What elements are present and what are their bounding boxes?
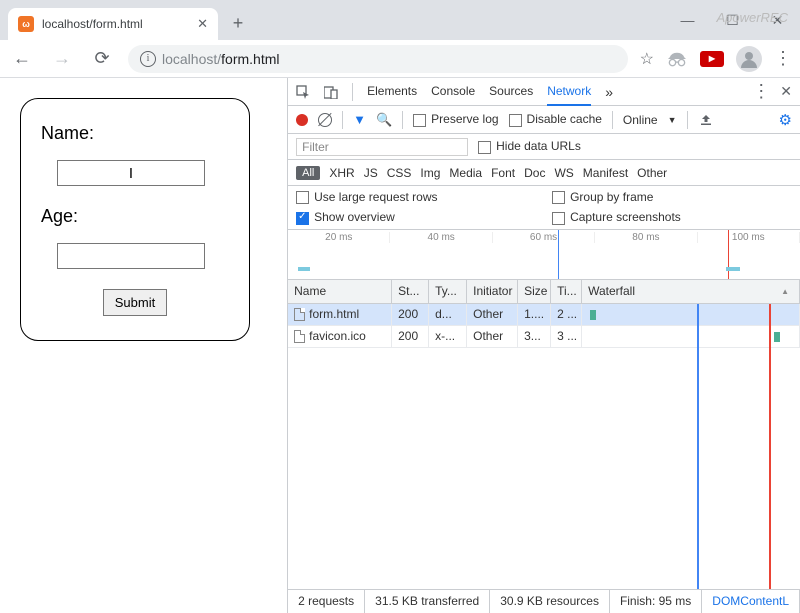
col-status[interactable]: St...: [392, 280, 429, 303]
browser-toolbar: ← → ⟳ i localhost/form.html ☆ ▶ ⋮: [0, 40, 800, 78]
col-time[interactable]: Ti...: [551, 280, 582, 303]
site-info-icon[interactable]: i: [140, 51, 156, 67]
profile-avatar[interactable]: [736, 46, 762, 72]
chevron-down-icon[interactable]: ▼: [668, 115, 677, 125]
form-container: Name: I Age: Submit: [20, 98, 250, 341]
timeline-tick: 80 ms: [595, 232, 697, 243]
devtools-close-icon[interactable]: ✕: [780, 83, 792, 100]
filter-ws[interactable]: WS: [554, 166, 573, 180]
devtools-statusbar: 2 requests 31.5 KB transferred 30.9 KB r…: [288, 589, 800, 613]
age-input[interactable]: [57, 243, 205, 269]
address-bar[interactable]: i localhost/form.html: [128, 45, 628, 73]
devtools-menu-icon[interactable]: ⋮: [752, 81, 770, 102]
age-label: Age:: [41, 206, 229, 227]
tab-network[interactable]: Network: [547, 78, 591, 106]
inspect-element-icon[interactable]: [296, 85, 310, 99]
tab-elements[interactable]: Elements: [367, 78, 417, 106]
timeline-overview[interactable]: 20 ms 40 ms 60 ms 80 ms 100 ms: [288, 230, 800, 280]
status-transferred: 31.5 KB transferred: [365, 590, 490, 613]
browser-menu-icon[interactable]: ⋮: [774, 48, 792, 69]
preserve-log-checkbox[interactable]: Preserve log: [413, 112, 498, 126]
settings-gear-icon[interactable]: ⚙: [779, 111, 792, 129]
forward-button[interactable]: →: [48, 45, 76, 73]
record-button[interactable]: [296, 114, 308, 126]
col-waterfall[interactable]: Waterfall▲: [582, 280, 800, 303]
filter-xhr[interactable]: XHR: [329, 166, 354, 180]
filter-media[interactable]: Media: [449, 166, 482, 180]
reload-button[interactable]: ⟳: [88, 45, 116, 73]
col-name[interactable]: Name: [288, 280, 392, 303]
hide-data-urls-checkbox[interactable]: Hide data URLs: [478, 139, 581, 153]
large-rows-checkbox[interactable]: Use large request rows: [296, 190, 536, 204]
devtools-panel: Elements Console Sources Network » ⋮ ✕ ▼…: [287, 78, 800, 613]
page-content: Name: I Age: Submit: [0, 78, 287, 613]
browser-tab[interactable]: ω localhost/form.html ✕: [8, 8, 218, 40]
file-icon: [294, 330, 305, 343]
window-titlebar: ω localhost/form.html ✕ + — ☐ ✕: [0, 0, 800, 40]
status-resources: 30.9 KB resources: [490, 590, 610, 613]
filter-input[interactable]: Filter: [296, 138, 468, 156]
url-path: form.html: [221, 51, 279, 67]
filter-img[interactable]: Img: [420, 166, 440, 180]
filter-css[interactable]: CSS: [387, 166, 412, 180]
bookmark-icon[interactable]: ☆: [640, 49, 654, 69]
request-grid-header: Name St... Ty... Initiator Size Ti... Wa…: [288, 280, 800, 304]
filter-manifest[interactable]: Manifest: [583, 166, 628, 180]
window-minimize-button[interactable]: —: [665, 5, 710, 35]
tab-title: localhost/form.html: [42, 17, 143, 31]
status-finish: Finish: 95 ms: [610, 590, 702, 613]
filter-font[interactable]: Font: [491, 166, 515, 180]
show-overview-checkbox[interactable]: Show overview: [296, 210, 536, 224]
timeline-tick: 40 ms: [390, 232, 492, 243]
tab-console[interactable]: Console: [431, 78, 475, 106]
close-tab-icon[interactable]: ✕: [197, 16, 208, 32]
group-by-frame-checkbox[interactable]: Group by frame: [552, 190, 792, 204]
filter-other[interactable]: Other: [637, 166, 667, 180]
filter-doc[interactable]: Doc: [524, 166, 545, 180]
timeline-tick: 100 ms: [698, 232, 800, 243]
request-row[interactable]: favicon.ico 200 x-... Other 3... 3 ...: [288, 326, 800, 348]
timeline-tick: 20 ms: [288, 232, 390, 243]
name-input[interactable]: I: [57, 160, 205, 186]
name-label: Name:: [41, 123, 229, 144]
status-domcontent: DOMContentL: [702, 590, 800, 613]
text-cursor-icon: I: [129, 165, 133, 182]
file-icon: [294, 308, 305, 321]
request-row[interactable]: form.html 200 d... Other 1.... 2 ...: [288, 304, 800, 326]
capture-screenshots-checkbox[interactable]: Capture screenshots: [552, 210, 792, 224]
status-requests: 2 requests: [288, 590, 365, 613]
watermark: ApowerREC: [716, 10, 788, 25]
extension-icon-2[interactable]: ▶: [700, 51, 724, 67]
filter-js[interactable]: JS: [364, 166, 378, 180]
filter-icon[interactable]: ▼: [353, 112, 366, 127]
new-tab-button[interactable]: +: [224, 9, 252, 37]
extension-icon-1[interactable]: [666, 50, 688, 68]
upload-icon[interactable]: [698, 114, 714, 126]
filter-all[interactable]: All: [296, 166, 320, 180]
search-icon[interactable]: 🔍: [376, 112, 392, 128]
timeline-tick: 60 ms: [493, 232, 595, 243]
request-grid-body: form.html 200 d... Other 1.... 2 ... fav…: [288, 304, 800, 589]
clear-button[interactable]: [318, 113, 332, 127]
throttle-select[interactable]: Online: [623, 113, 658, 127]
url-origin: localhost/: [162, 51, 221, 67]
disable-cache-checkbox[interactable]: Disable cache: [509, 112, 602, 126]
submit-button[interactable]: Submit: [103, 289, 167, 316]
col-initiator[interactable]: Initiator: [467, 280, 518, 303]
device-toggle-icon[interactable]: [324, 85, 338, 99]
site-icon: ω: [18, 16, 34, 32]
col-type[interactable]: Ty...: [429, 280, 467, 303]
col-size[interactable]: Size: [518, 280, 551, 303]
more-tabs-icon[interactable]: »: [605, 84, 613, 100]
back-button[interactable]: ←: [8, 45, 36, 73]
tab-sources[interactable]: Sources: [489, 78, 533, 106]
